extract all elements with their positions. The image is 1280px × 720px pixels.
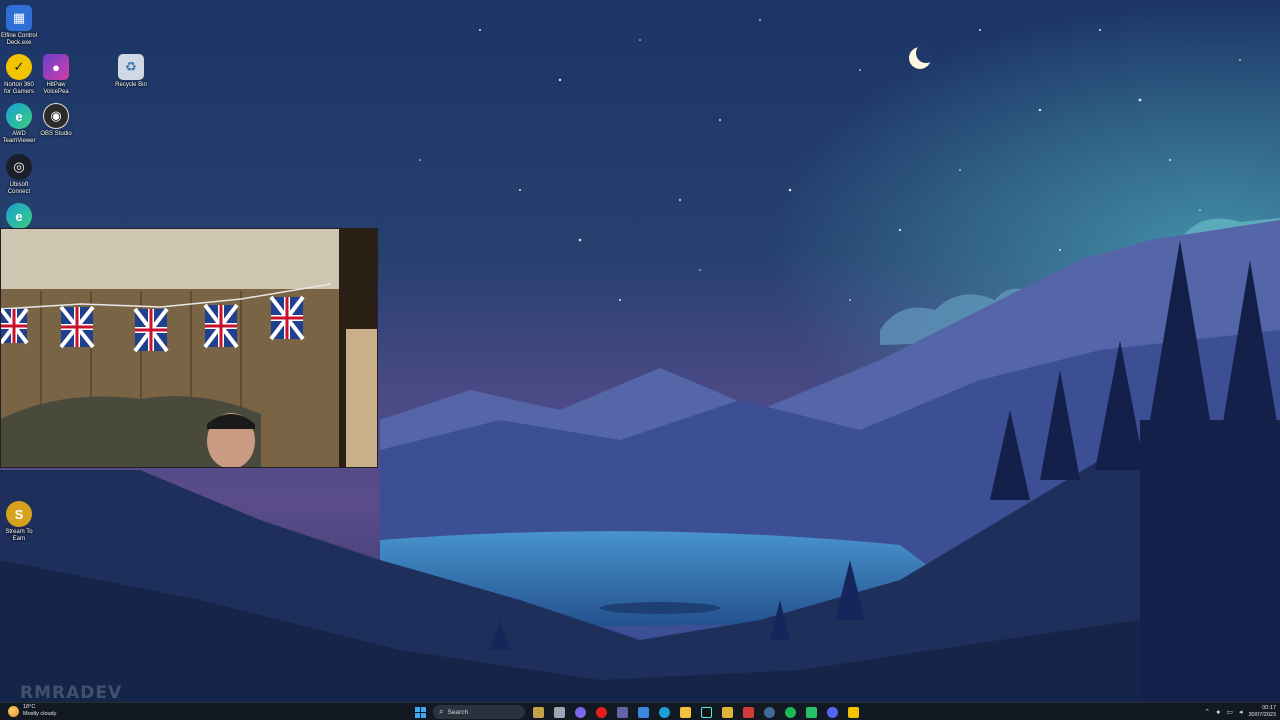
teams-icon[interactable] (614, 704, 630, 720)
desktop-icon-teamviewer[interactable]: e AWD TeamViewer (0, 103, 39, 145)
pinned-icon (721, 706, 733, 718)
channel-watermark: RMRADEV (20, 683, 123, 703)
search-placeholder: Search (447, 708, 469, 716)
pinned-icon (826, 706, 838, 718)
pinned-icon (553, 706, 565, 718)
file-explorer-icon[interactable] (677, 704, 693, 720)
pinned-icon (742, 706, 754, 718)
search-icon: ⌕ (439, 707, 444, 716)
copilot-icon[interactable] (572, 704, 588, 720)
taskbar-clock[interactable]: 00:17 30/07/2023 (1248, 705, 1276, 719)
desktop-icon-label: Elfine Control Deck.exe (0, 33, 38, 46)
pinned-icon (679, 706, 691, 718)
clock-time: 00:17 (1262, 705, 1276, 711)
start-button[interactable] (412, 704, 428, 720)
desktop-icon-recycle-bin[interactable]: ♻ Recycle Bin (111, 54, 151, 89)
pinned-icon (763, 706, 775, 718)
tiktok-icon[interactable] (698, 704, 714, 720)
pinned-icon (700, 706, 712, 718)
pinned-icon (658, 706, 670, 718)
windows-icon (414, 706, 426, 718)
obs-icon: ◉ (43, 103, 69, 129)
norton-taskbar-icon[interactable] (845, 704, 861, 720)
desktop-icon-edge[interactable]: e (0, 203, 39, 229)
stream-to-earn-icon: S (6, 501, 32, 527)
pinned-icon (532, 706, 544, 718)
taskbar: 18°C Mostly cloudy ⌕ Search ⌃ ● ▭ ◂ 00:1… (0, 702, 1280, 720)
edge-taskbar-icon[interactable] (656, 704, 672, 720)
norton-icon: ✓ (6, 54, 32, 80)
pinned-icon (784, 706, 796, 718)
pinned-icon (847, 706, 859, 718)
desktop-icon-label: AWD TeamViewer (2, 131, 36, 144)
desktop-icon-label: Stream To Earn (5, 529, 33, 542)
pinned-icon (595, 706, 607, 718)
desktop-icon-hitpaw[interactable]: ● HitPaw VoicePea (36, 54, 76, 96)
widgets-icon[interactable] (530, 704, 546, 720)
youtube-icon[interactable] (593, 704, 609, 720)
edge-icon: e (6, 103, 32, 129)
slack-icon[interactable] (719, 704, 735, 720)
pinned-icon (637, 706, 649, 718)
system-tray: ⌃ ● ▭ ◂ 00:17 30/07/2023 (1204, 704, 1276, 720)
edge-icon-2: e (6, 203, 32, 229)
desktop-icon-label: Recycle Bin (115, 82, 147, 88)
clock-date: 30/07/2023 (1248, 712, 1276, 718)
desktop-icon-label: Norton 360 for Gamers (3, 82, 34, 95)
taskbar-search[interactable]: ⌕ Search (433, 705, 525, 719)
desktop-icon-norton[interactable]: ✓ Norton 360 for Gamers (0, 54, 39, 96)
store-icon[interactable] (635, 704, 651, 720)
discord-icon[interactable] (824, 704, 840, 720)
pinned-icon (805, 706, 817, 718)
hitpaw-icon: ● (43, 54, 69, 80)
ubisoft-icon: ◎ (6, 154, 32, 180)
pinned-icon (574, 706, 586, 718)
desktop-icon-ubisoft[interactable]: ◎ Ubisoft Connect (0, 154, 39, 196)
steam-icon[interactable] (761, 704, 777, 720)
weather-widget[interactable]: 18°C Mostly cloudy (8, 704, 56, 718)
volume-icon[interactable]: ◂ (1239, 708, 1243, 716)
desktop-icon-obs[interactable]: ◉ OBS Studio (36, 103, 76, 138)
desktop-icon-label: HitPaw VoicePea (43, 82, 69, 95)
taskbar-center: ⌕ Search (412, 704, 861, 720)
weather-icon (8, 705, 19, 717)
tf-app-icon[interactable] (740, 704, 756, 720)
chevron-up-icon[interactable]: ⌃ (1204, 708, 1210, 716)
pinned-icon (616, 706, 628, 718)
weather-description: Mostly cloudy (23, 711, 57, 717)
network-icon[interactable]: ▭ (1226, 708, 1233, 716)
desktop-icon-stream-to-earn[interactable]: S Stream To Earn (0, 501, 39, 543)
desktop-icon-label: Ubisoft Connect (7, 182, 31, 195)
recycle-bin-icon: ♻ (118, 54, 144, 80)
desktop-icon-control-deck[interactable]: ▦ Elfine Control Deck.exe (0, 5, 39, 47)
webcam-image (1, 229, 377, 467)
control-deck-icon: ▦ (6, 5, 32, 31)
weather-temperature: 18°C (23, 704, 36, 710)
spotify-icon[interactable] (782, 704, 798, 720)
microphone-icon[interactable]: ● (1216, 709, 1220, 716)
task-view-icon[interactable] (551, 704, 567, 720)
green-app-icon[interactable] (803, 704, 819, 720)
webcam-overlay (0, 228, 378, 468)
desktop-icon-label: OBS Studio (40, 131, 72, 137)
